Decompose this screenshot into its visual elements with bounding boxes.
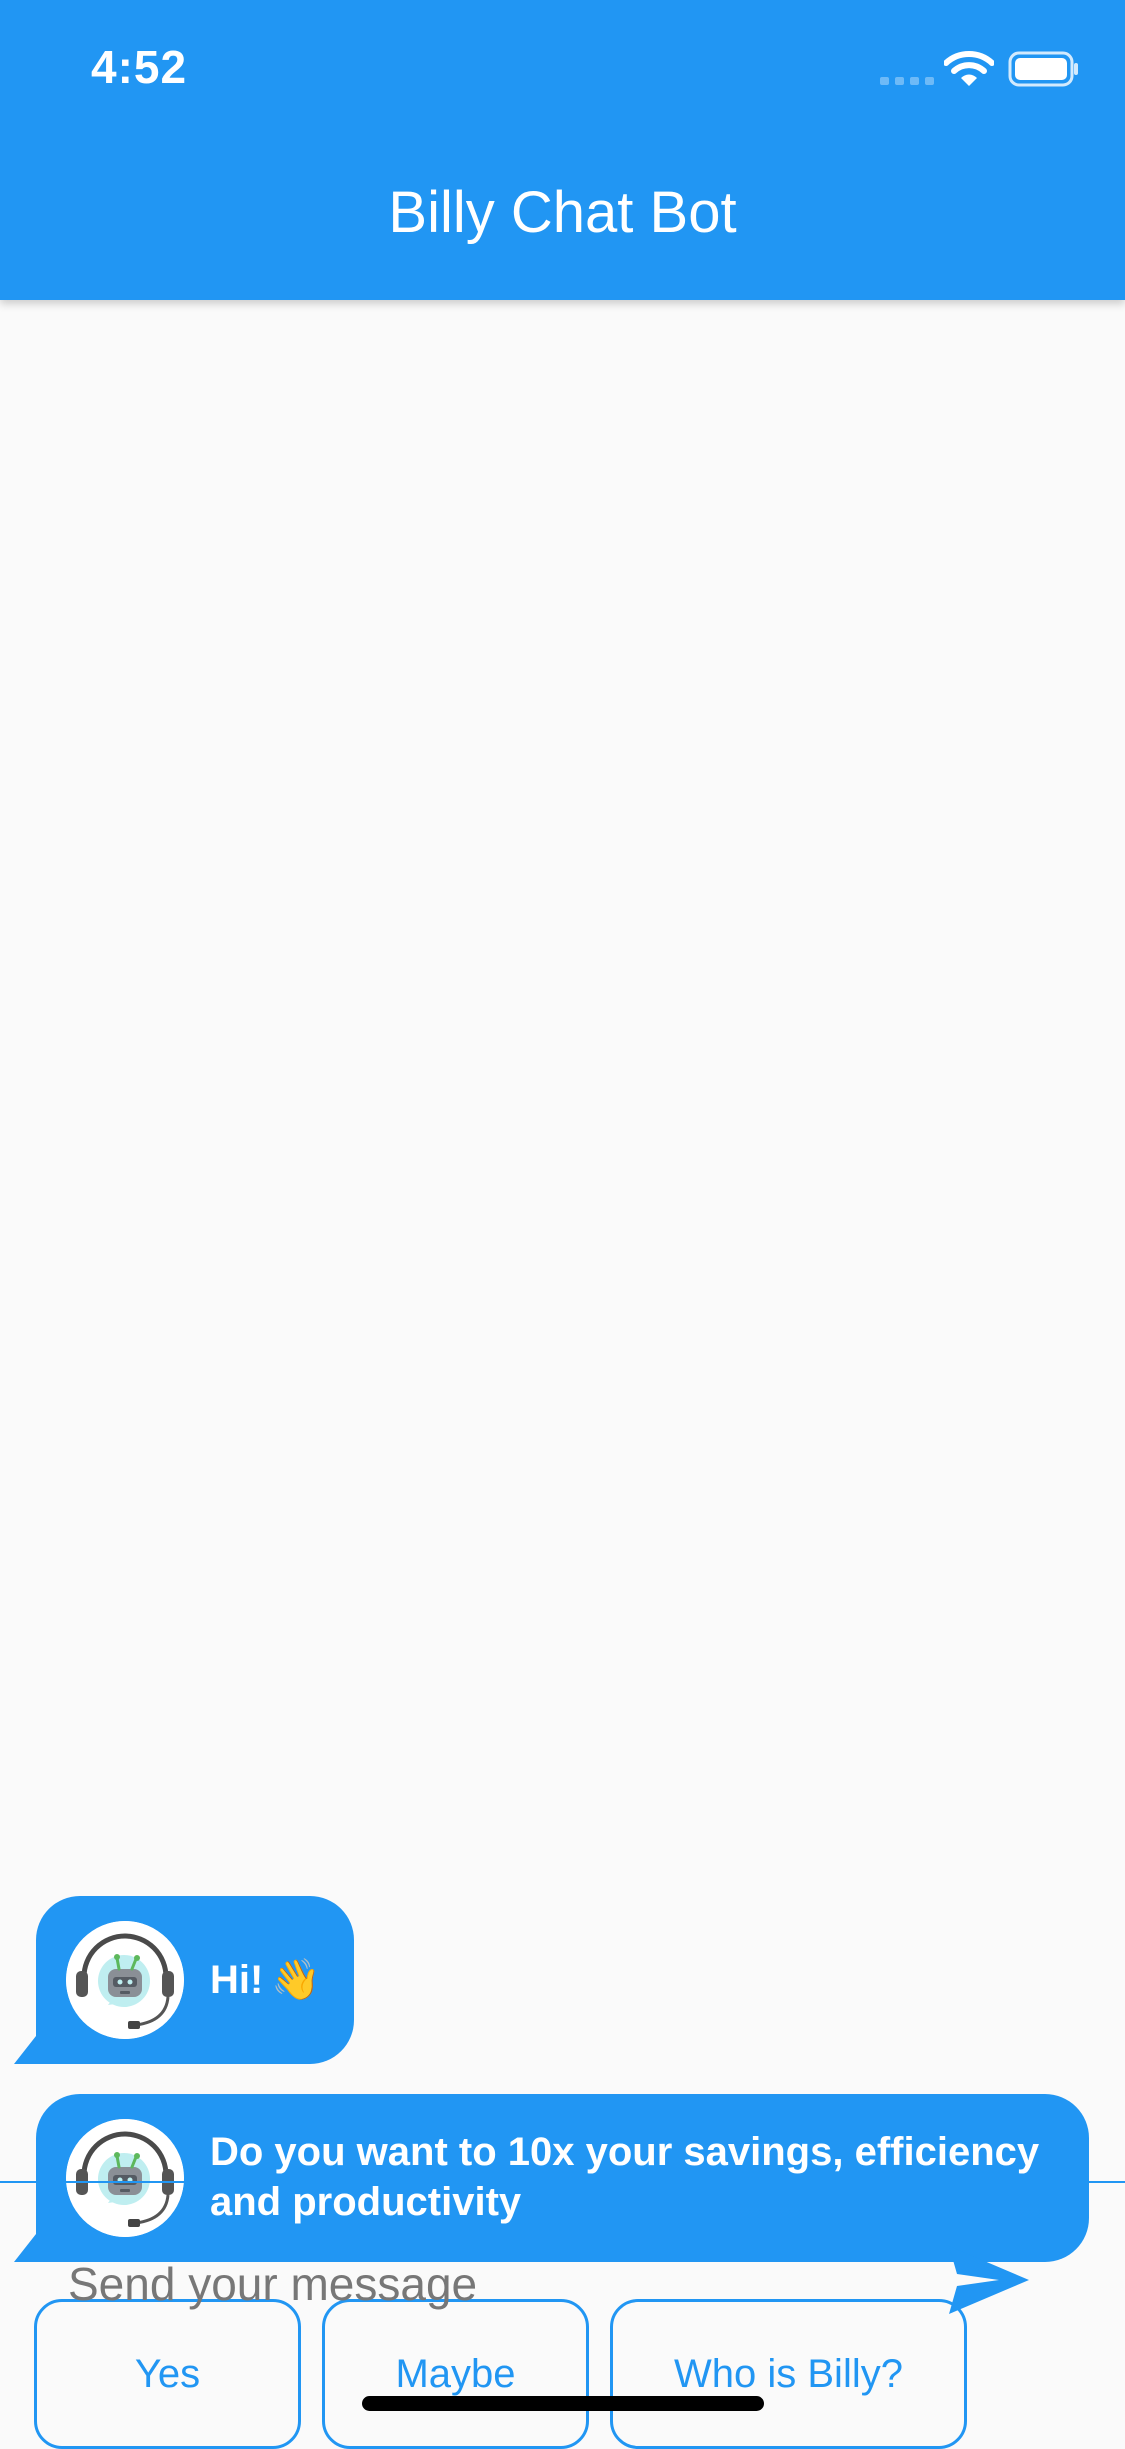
waving-hand-icon: 👋 bbox=[271, 1958, 322, 2002]
chat-area[interactable]: Hi! 👋 Do you want to 10x your savings, e… bbox=[0, 300, 1125, 2449]
bot-message-bubble: Hi! 👋 bbox=[14, 1896, 354, 2064]
message-text: Hi! 👋 bbox=[210, 1958, 322, 2002]
status-time: 4:52 bbox=[91, 41, 188, 93]
app-title: Billy Chat Bot bbox=[388, 180, 737, 245]
send-button[interactable] bbox=[934, 2225, 1044, 2335]
cellular-signal-icon bbox=[880, 77, 934, 85]
send-icon bbox=[949, 2246, 1029, 2314]
app-bar: 4:52 Billy Chat Bot bbox=[0, 0, 1125, 300]
wifi-icon bbox=[944, 51, 994, 86]
battery-icon bbox=[1008, 51, 1078, 87]
bubble-tail bbox=[14, 2036, 36, 2064]
home-indicator bbox=[362, 2396, 764, 2411]
robot-support-avatar-icon bbox=[66, 1921, 184, 2039]
message-input[interactable] bbox=[66, 2243, 890, 2325]
